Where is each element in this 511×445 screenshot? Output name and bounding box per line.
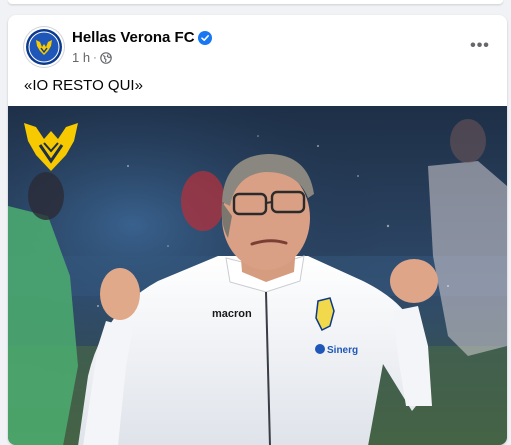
jersey-sponsor-text: Sinerg [327, 345, 358, 356]
post-timestamp[interactable]: 1 h [72, 50, 90, 65]
page-avatar[interactable] [24, 27, 64, 67]
previous-post-edge [8, 0, 503, 4]
globe-icon[interactable] [99, 51, 112, 64]
club-logo-icon [24, 123, 78, 171]
post-caption: «IO RESTO QUI» [24, 77, 143, 94]
meta-separator: · [93, 51, 97, 64]
post-card: Hellas Verona FC 1 h · ••• «IO RESTO QUI… [8, 15, 507, 445]
post-photo[interactable]: macron Sinerg [8, 106, 507, 445]
more-options-button[interactable]: ••• [467, 33, 493, 59]
page-name-link[interactable]: Hellas Verona FC [72, 29, 195, 46]
verified-badge-icon [198, 31, 212, 45]
post-meta: 1 h · [72, 50, 112, 65]
jersey-brand-text: macron [212, 308, 252, 320]
more-options-icon: ••• [470, 37, 490, 54]
